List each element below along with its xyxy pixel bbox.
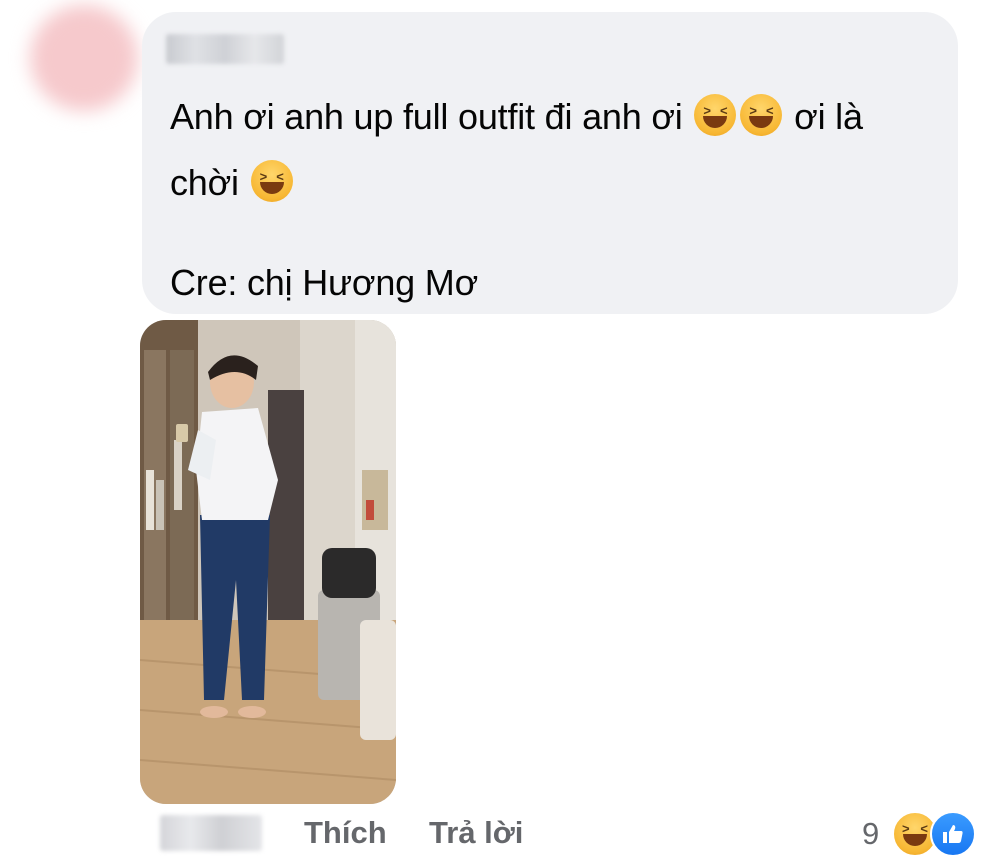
- attached-photo[interactable]: [140, 320, 396, 804]
- grinning-squinting-face-icon: > <: [694, 94, 737, 136]
- reaction-count[interactable]: 9: [862, 815, 879, 853]
- grinning-squinting-face-icon: > <: [250, 160, 293, 202]
- like-reaction-icon[interactable]: [930, 811, 976, 857]
- comment-line-1-text: Anh ơi anh up full outfit đi anh ơi: [170, 96, 683, 137]
- comment-line-1: Anh ơi anh up full outfit đi anh ơi > < > <…: [170, 84, 940, 150]
- comment-thread: Anh ơi anh up full outfit đi anh ơi > < > <…: [0, 0, 1000, 865]
- comment-line-2: chời > <: [170, 150, 940, 216]
- author-name-redacted[interactable]: [166, 34, 284, 64]
- comment-text: Anh ơi anh up full outfit đi anh ơi > < > <…: [170, 84, 940, 316]
- grinning-squinting-face-icon: > <: [740, 94, 783, 136]
- avatar[interactable]: [30, 5, 138, 111]
- comment-line-2-text: chời: [170, 162, 239, 203]
- like-button[interactable]: Thích: [304, 814, 387, 852]
- reply-button[interactable]: Trả lời: [429, 814, 523, 852]
- comment-credit-line: Cre: chị Hương Mơ: [170, 262, 478, 303]
- comment-line-1-tail: ơi là: [794, 96, 863, 137]
- timestamp-redacted: [160, 815, 262, 851]
